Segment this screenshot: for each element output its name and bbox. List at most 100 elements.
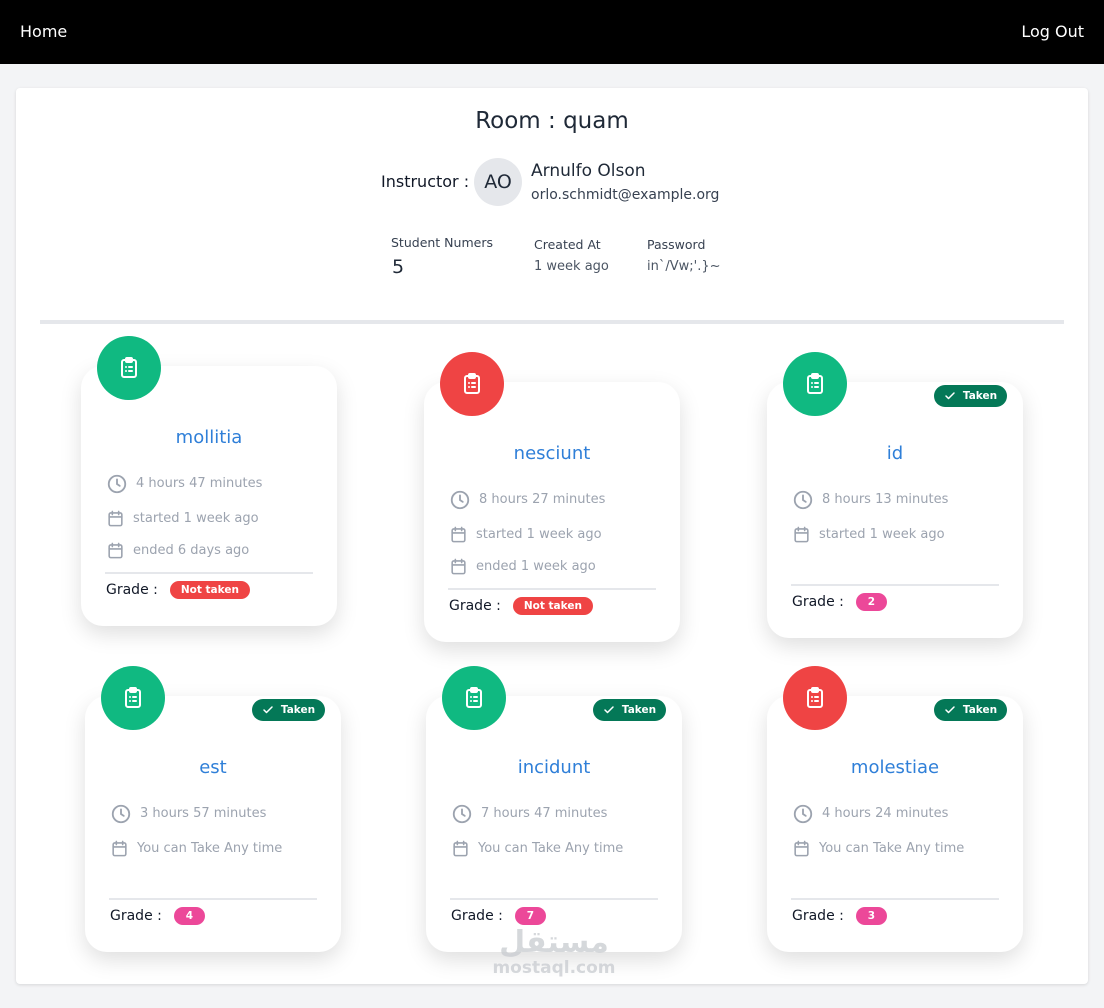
home-link[interactable]: Home <box>20 22 67 42</box>
grade-badge: 4 <box>173 907 205 925</box>
card-divider <box>450 898 658 900</box>
exam-availability: You can Take Any time <box>137 840 283 856</box>
check-icon <box>945 392 955 400</box>
exam-icon-circle <box>783 352 847 416</box>
clock-icon <box>793 490 813 510</box>
calendar-icon <box>794 526 809 543</box>
watermark-arabic: مستقل <box>499 925 609 960</box>
exam-title[interactable]: incidunt <box>426 756 682 780</box>
calendar-icon <box>453 840 468 857</box>
top-navbar: Home Log Out <box>0 0 1104 64</box>
exam-title[interactable]: nesciunt <box>424 442 680 466</box>
check-icon <box>263 706 273 714</box>
duration-row: 8 hours 13 minutes <box>792 489 948 511</box>
card-divider <box>448 588 656 590</box>
exam-start: started 1 week ago <box>133 510 259 526</box>
grade-label: Grade : <box>449 598 501 614</box>
clipboard-icon <box>464 373 480 394</box>
clipboard-icon <box>807 373 823 394</box>
exam-duration: 8 hours 27 minutes <box>479 492 606 507</box>
calendar-icon <box>451 558 466 575</box>
exam-title[interactable]: mollitia <box>81 426 337 450</box>
calendar-icon <box>451 526 466 543</box>
calendar-icon <box>108 510 123 527</box>
created-at-value: 1 week ago <box>534 259 609 274</box>
grade-row: Grade : Not taken <box>449 597 593 615</box>
clipboard-icon <box>807 687 823 708</box>
clock-icon <box>450 490 470 510</box>
exam-icon-circle <box>101 666 165 730</box>
grade-badge: 3 <box>855 907 887 925</box>
grade-row: Grade : 7 <box>451 907 546 925</box>
exam-duration: 3 hours 57 minutes <box>140 806 267 821</box>
exam-title[interactable]: molestiae <box>767 756 1023 780</box>
grade-row: Grade : 3 <box>792 907 887 925</box>
clock-icon <box>793 804 813 824</box>
avatar: AO <box>474 158 522 206</box>
end-row: ended 1 week ago <box>449 557 596 576</box>
exam-title[interactable]: id <box>767 442 1023 466</box>
section-divider <box>40 320 1064 324</box>
grade-label: Grade : <box>106 582 158 598</box>
password-label: Password <box>647 237 706 252</box>
calendar-icon <box>112 840 127 857</box>
taken-label: Taken <box>280 704 316 716</box>
availability-row: You can Take Any time <box>451 839 623 858</box>
grade-row: Grade : 2 <box>792 593 887 611</box>
grade-row: Grade : Not taken <box>106 581 250 599</box>
student-count-value: 5 <box>392 256 405 278</box>
taken-label: Taken <box>621 704 657 716</box>
instructor-name: Arnulfo Olson <box>531 161 646 181</box>
exam-end: ended 6 days ago <box>133 542 250 558</box>
exam-icon-circle <box>783 666 847 730</box>
clock-icon <box>111 804 131 824</box>
exam-title[interactable]: est <box>85 756 341 780</box>
duration-row: 4 hours 47 minutes <box>106 473 262 495</box>
clock-icon <box>107 474 127 494</box>
student-count-label: Student Numers <box>391 235 493 250</box>
exam-duration: 7 hours 47 minutes <box>481 806 608 821</box>
grade-label: Grade : <box>110 908 162 924</box>
grade-badge: Not taken <box>512 597 593 615</box>
exam-end: ended 1 week ago <box>476 558 596 574</box>
duration-row: 7 hours 47 minutes <box>451 803 607 825</box>
start-row: started 1 week ago <box>106 509 259 528</box>
grade-badge: Not taken <box>169 581 250 599</box>
clipboard-icon <box>466 687 482 708</box>
grade-badge: 2 <box>855 593 887 611</box>
duration-row: 3 hours 57 minutes <box>110 803 266 825</box>
instructor-label: Instructor : <box>381 172 470 191</box>
calendar-icon <box>794 840 809 857</box>
card-divider <box>791 584 999 586</box>
exam-start: started 1 week ago <box>819 526 945 542</box>
start-row: started 1 week ago <box>449 525 602 544</box>
taken-badge: Taken <box>934 385 1007 407</box>
card-divider <box>109 898 317 900</box>
instructor-email: orlo.schmidt@example.org <box>531 187 720 203</box>
card-divider <box>105 572 313 574</box>
availability-row: You can Take Any time <box>110 839 282 858</box>
logout-link[interactable]: Log Out <box>1021 22 1084 42</box>
taken-badge: Taken <box>252 699 325 721</box>
exam-icon-circle <box>442 666 506 730</box>
duration-row: 8 hours 27 minutes <box>449 489 605 511</box>
taken-badge: Taken <box>934 699 1007 721</box>
exam-duration: 4 hours 24 minutes <box>822 806 949 821</box>
taken-label: Taken <box>962 704 998 716</box>
end-row: ended 6 days ago <box>106 541 249 560</box>
exam-availability: You can Take Any time <box>819 840 965 856</box>
check-icon <box>604 706 614 714</box>
clipboard-icon <box>125 687 141 708</box>
created-at-label: Created At <box>534 237 601 252</box>
exam-availability: You can Take Any time <box>478 840 624 856</box>
check-icon <box>945 706 955 714</box>
grade-label: Grade : <box>451 908 503 924</box>
clipboard-icon <box>121 357 137 378</box>
clock-icon <box>452 804 472 824</box>
exam-duration: 4 hours 47 minutes <box>136 476 263 491</box>
exam-icon-circle <box>440 352 504 416</box>
exam-icon-circle <box>97 336 161 400</box>
exam-duration: 8 hours 13 minutes <box>822 492 949 507</box>
password-value: in`/Vw;'.}~ <box>647 259 721 274</box>
calendar-icon <box>108 542 123 559</box>
